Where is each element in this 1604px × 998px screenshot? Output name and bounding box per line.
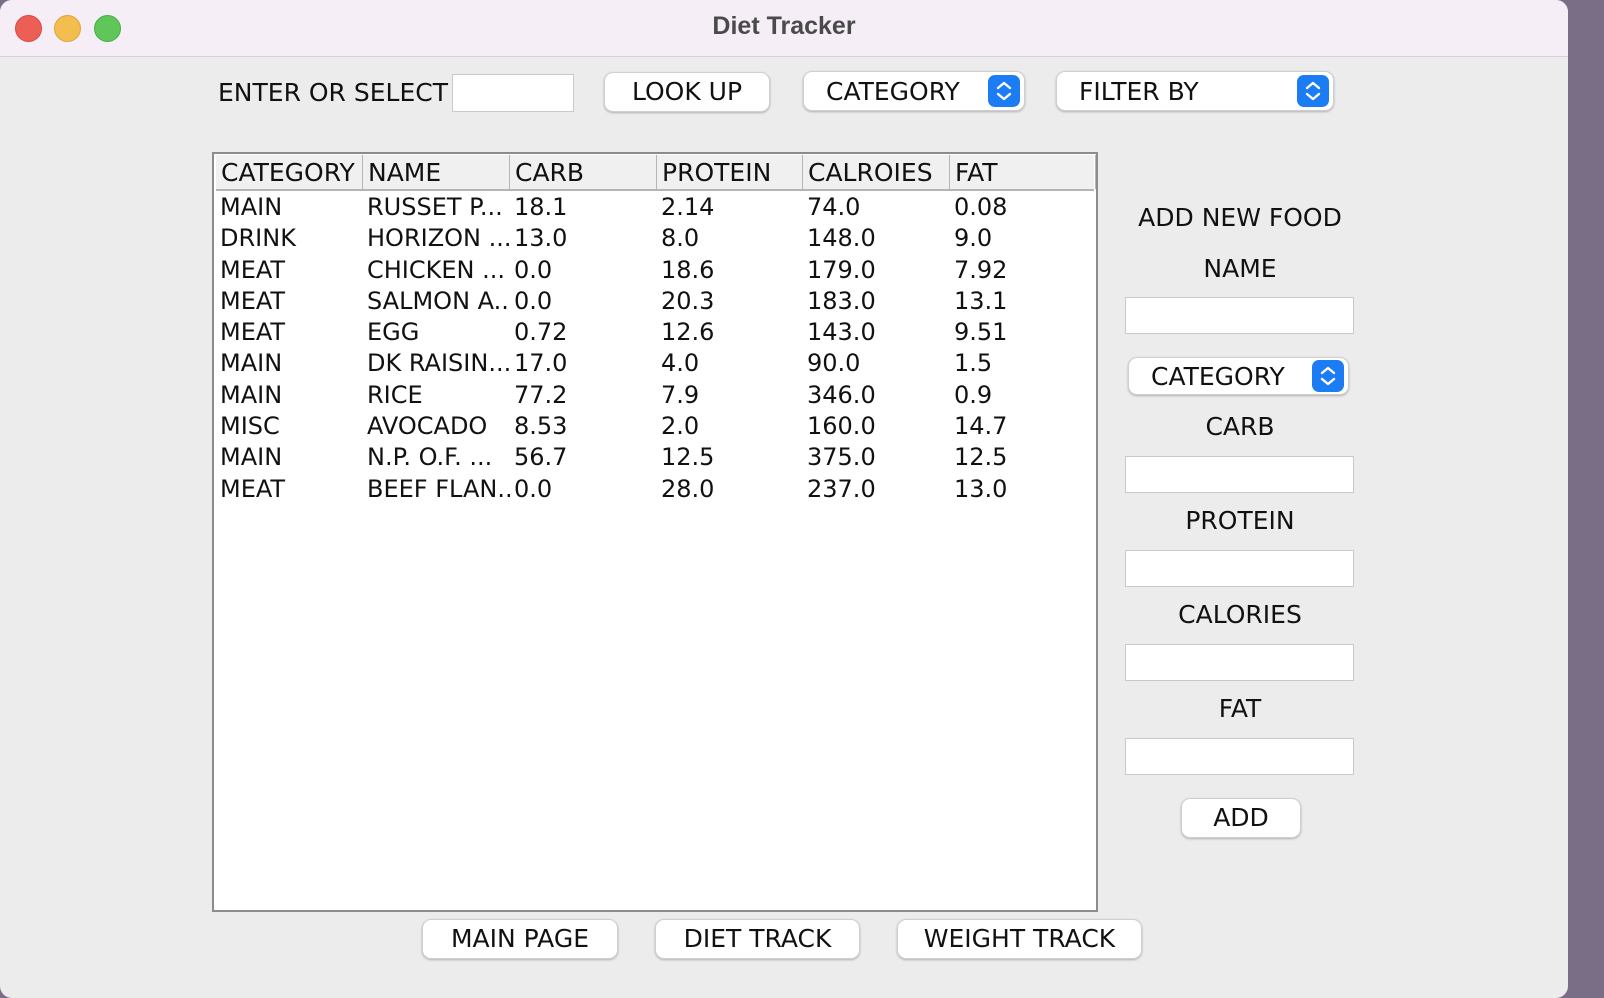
- updown-chevron-icon: [988, 75, 1020, 107]
- cell-carb: 0.0: [514, 474, 553, 503]
- cell-fat: 7.92: [954, 255, 1008, 284]
- cell-fat: 0.9: [954, 380, 993, 409]
- cell-fat: 12.5: [954, 443, 1008, 472]
- cell-fat: 0.08: [954, 193, 1008, 221]
- category-select[interactable]: CATEGORY: [803, 71, 1025, 111]
- cell-calories: 179.0: [807, 255, 876, 284]
- cell-category: MEAT: [220, 318, 286, 347]
- add-button[interactable]: ADD: [1181, 798, 1301, 838]
- cell-carb: 0.0: [514, 255, 553, 284]
- cell-carb: 0.72: [514, 318, 568, 347]
- column-header-name[interactable]: NAME: [363, 155, 510, 189]
- cell-calories: 237.0: [807, 474, 876, 503]
- cell-protein: 12.6: [661, 318, 715, 347]
- cell-protein: 7.9: [661, 380, 700, 409]
- calories-field[interactable]: [1125, 644, 1354, 681]
- cell-protein: 4.0: [661, 349, 700, 378]
- cell-fat: 1.5: [954, 349, 993, 378]
- column-header-carb[interactable]: CARB: [510, 155, 657, 189]
- cell-name: N.P. O.F. ...: [367, 443, 493, 472]
- search-label: ENTER OR SELECT: [218, 78, 448, 107]
- filter-by-select[interactable]: FILTER BY: [1056, 71, 1334, 111]
- column-header-category[interactable]: CATEGORY: [216, 155, 363, 189]
- updown-chevron-icon: [1297, 75, 1329, 107]
- name-label: NAME: [1203, 254, 1277, 283]
- cell-category: MEAT: [220, 286, 286, 315]
- cell-calories: 183.0: [807, 286, 876, 315]
- cell-calories: 143.0: [807, 318, 876, 347]
- cell-carb: 18.1: [514, 193, 568, 221]
- cell-fat: 9.0: [954, 224, 993, 253]
- cell-category: MAIN: [220, 380, 283, 409]
- diet-track-button[interactable]: DIET TRACK: [655, 919, 860, 959]
- cell-protein: 20.3: [661, 286, 715, 315]
- cell-carb: 17.0: [514, 349, 568, 378]
- food-table[interactable]: CATEGORY NAME CARB PROTEIN CALROIES FAT …: [212, 152, 1098, 912]
- app-window: Diet Tracker ENTER OR SELECT LOOK UP CAT…: [0, 0, 1568, 998]
- cell-name: SALMON A...: [367, 286, 510, 315]
- search-input[interactable]: [452, 74, 574, 112]
- updown-chevron-icon: [1312, 360, 1344, 392]
- protein-label: PROTEIN: [1185, 506, 1295, 535]
- main-page-button[interactable]: MAIN PAGE: [422, 919, 618, 959]
- column-header-fat[interactable]: FAT: [950, 155, 1096, 189]
- cell-protein: 28.0: [661, 474, 715, 503]
- carb-field[interactable]: [1125, 456, 1354, 493]
- cell-category: MISC: [220, 412, 280, 441]
- name-field[interactable]: [1125, 297, 1354, 334]
- add-food-heading: ADD NEW FOOD: [1138, 203, 1342, 232]
- cell-name: AVOCADO: [367, 412, 488, 441]
- cell-carb: 77.2: [514, 380, 568, 409]
- weight-track-button[interactable]: WEIGHT TRACK: [897, 919, 1142, 959]
- cell-calories: 90.0: [807, 349, 861, 378]
- cell-fat: 13.1: [954, 286, 1008, 315]
- cell-calories: 148.0: [807, 224, 876, 253]
- cell-category: DRINK: [220, 224, 296, 253]
- cell-category: MEAT: [220, 255, 286, 284]
- cell-protein: 2.0: [661, 412, 700, 441]
- cell-carb: 0.0: [514, 286, 553, 315]
- cell-calories: 375.0: [807, 443, 876, 472]
- look-up-button[interactable]: LOOK UP: [604, 72, 770, 112]
- cell-fat: 14.7: [954, 412, 1008, 441]
- cell-category: MAIN: [220, 193, 283, 221]
- cell-carb: 8.53: [514, 412, 568, 441]
- filter-by-select-value: FILTER BY: [1079, 77, 1199, 106]
- calories-label: CALORIES: [1178, 600, 1302, 629]
- cell-carb: 13.0: [514, 224, 568, 253]
- cell-category: MEAT: [220, 474, 286, 503]
- window-title: Diet Tracker: [712, 12, 856, 40]
- cell-protein: 2.14: [661, 193, 715, 221]
- cell-name: HORIZON ...: [367, 224, 510, 253]
- title-bar: Diet Tracker: [0, 0, 1568, 57]
- cell-calories: 346.0: [807, 380, 876, 409]
- cell-calories: 160.0: [807, 412, 876, 441]
- fat-label: FAT: [1218, 694, 1262, 723]
- add-category-select[interactable]: CATEGORY: [1128, 357, 1349, 395]
- fat-field[interactable]: [1125, 738, 1354, 775]
- category-select-value: CATEGORY: [826, 77, 960, 106]
- protein-field[interactable]: [1125, 550, 1354, 587]
- cell-protein: 12.5: [661, 443, 715, 472]
- table-header: CATEGORY NAME CARB PROTEIN CALROIES FAT: [216, 155, 1096, 191]
- column-header-protein[interactable]: PROTEIN: [657, 155, 803, 189]
- cell-name: EGG: [367, 318, 420, 347]
- cell-name: RUSSET P...: [367, 193, 503, 221]
- cell-carb: 56.7: [514, 443, 568, 472]
- add-category-select-value: CATEGORY: [1151, 362, 1285, 391]
- cell-fat: 13.0: [954, 474, 1008, 503]
- cell-name: RICE: [367, 380, 423, 409]
- cell-name: DK RAISIN...: [367, 349, 510, 378]
- cell-calories: 74.0: [807, 193, 861, 221]
- carb-label: CARB: [1205, 412, 1275, 441]
- cell-name: CHICKEN ...: [367, 255, 506, 284]
- cell-category: MAIN: [220, 443, 283, 472]
- cell-protein: 8.0: [661, 224, 700, 253]
- cell-protein: 18.6: [661, 255, 715, 284]
- cell-name: BEEF FLAN...: [367, 474, 510, 503]
- column-header-calories[interactable]: CALROIES: [803, 155, 950, 189]
- cell-category: MAIN: [220, 349, 283, 378]
- cell-fat: 9.51: [954, 318, 1008, 347]
